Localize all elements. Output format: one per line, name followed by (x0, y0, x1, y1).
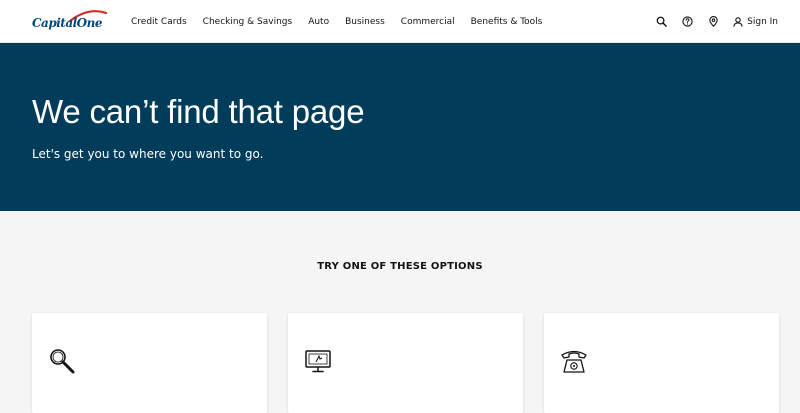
location-icon[interactable] (707, 16, 719, 28)
option-card-call[interactable] (544, 313, 779, 413)
search-icon[interactable] (655, 16, 667, 28)
nav-item-commercial[interactable]: Commercial (401, 17, 455, 27)
error-hero: We can’t find that page Let's get you to… (0, 43, 800, 211)
capital-one-logo[interactable]: CapitalOne (32, 9, 108, 35)
user-icon (733, 16, 743, 27)
monitor-icon (303, 346, 333, 376)
nav-item-checking-savings[interactable]: Checking & Savings (203, 17, 293, 27)
options-heading: TRY ONE OF THESE OPTIONS (317, 261, 483, 272)
nav-item-auto[interactable]: Auto (308, 17, 329, 27)
magnifier-icon (47, 346, 77, 376)
utility-nav: Sign In (641, 0, 778, 43)
help-icon[interactable] (681, 16, 693, 28)
page-subtitle: Let's get you to where you want to go. (32, 147, 264, 161)
sign-in-label: Sign In (747, 16, 778, 27)
logo-text: CapitalOne (32, 16, 102, 30)
option-card-online[interactable] (288, 313, 523, 413)
nav-item-business[interactable]: Business (345, 17, 385, 27)
nav-item-benefits-tools[interactable]: Benefits & Tools (471, 17, 543, 27)
main-nav: Credit Cards Checking & Savings Auto Bus… (131, 0, 558, 43)
telephone-icon (559, 346, 589, 376)
sign-in-link[interactable]: Sign In (733, 17, 778, 27)
page-title: We can’t find that page (32, 93, 365, 130)
site-header: CapitalOne Credit Cards Checking & Savin… (0, 0, 800, 43)
option-card-search[interactable] (32, 313, 267, 413)
nav-item-credit-cards[interactable]: Credit Cards (131, 17, 187, 27)
